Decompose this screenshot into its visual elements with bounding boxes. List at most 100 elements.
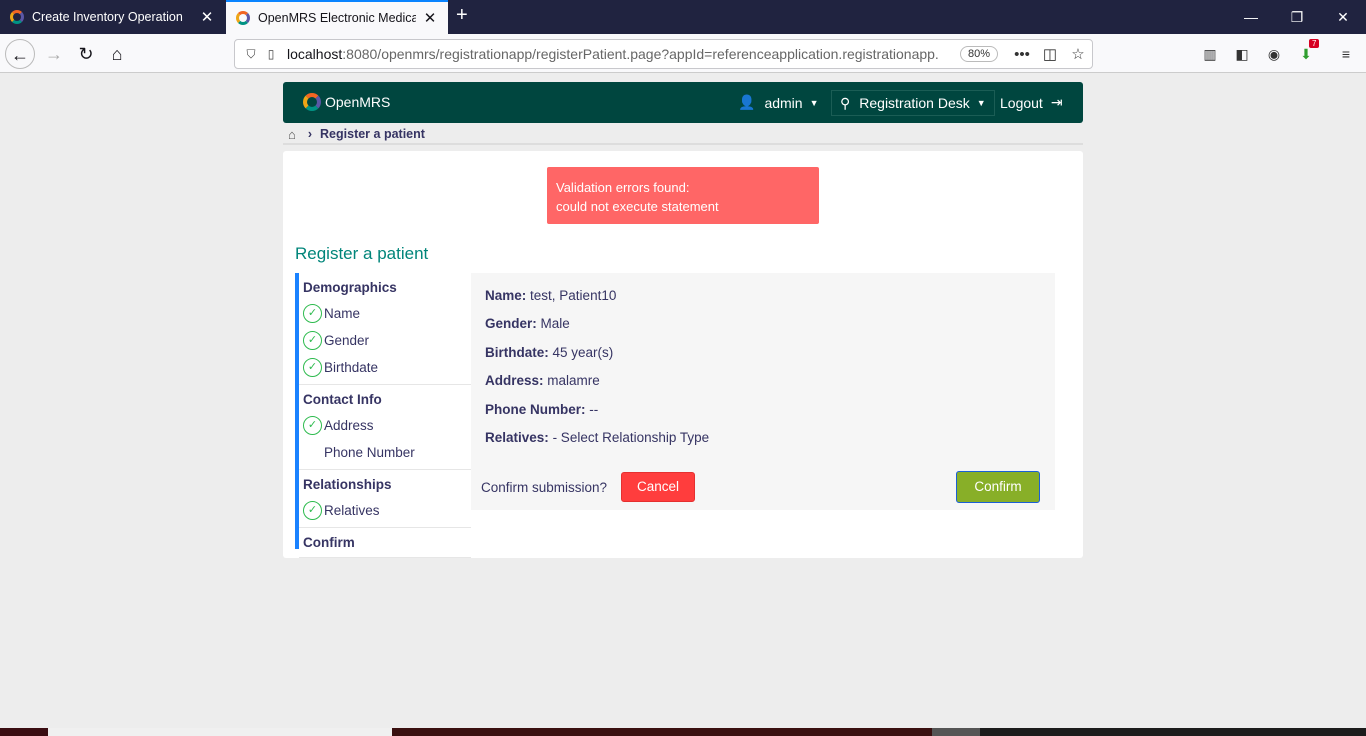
breadcrumb-current: Register a patient <box>320 127 425 141</box>
logout-link[interactable]: Logout ⇥ <box>1000 82 1063 123</box>
username: admin <box>764 94 803 111</box>
more-actions-icon[interactable]: ••• <box>1008 46 1036 63</box>
url-text[interactable]: localhost:8080/openmrs/registrationapp/r… <box>287 46 960 62</box>
map-marker-icon: ⚲ <box>840 94 851 111</box>
location-name: Registration Desk <box>859 95 970 111</box>
bookmark-star-icon[interactable]: ☆ <box>1064 45 1092 63</box>
step-birthdate[interactable]: ✓ Birthdate <box>299 354 471 381</box>
summary-relatives: Relatives: - Select Relationship Type <box>485 430 709 445</box>
step-label: Relatives <box>324 503 380 518</box>
new-tab-icon[interactable]: + <box>456 4 468 27</box>
home-icon[interactable]: ⌂ <box>288 127 296 142</box>
address-bar[interactable]: ⛉ ▯ localhost:8080/openmrs/registrationa… <box>234 39 1093 69</box>
check-circle-icon: ✓ <box>303 304 322 323</box>
taskbar-segment <box>0 728 48 736</box>
taskbar-segment <box>932 728 980 736</box>
section-relationships: Relationships ✓ Relatives <box>299 470 471 528</box>
taskbar-search-box[interactable] <box>48 728 392 736</box>
close-icon[interactable]: ✕ <box>422 9 438 27</box>
step-label: Gender <box>324 333 370 348</box>
step-label: Phone Number <box>324 445 415 460</box>
home-icon[interactable]: ⌂ <box>102 39 132 69</box>
summary-address: Address: malamre <box>485 373 600 388</box>
field-value: malamre <box>547 373 600 388</box>
minimize-icon[interactable]: — <box>1228 0 1274 34</box>
step-address[interactable]: ✓ Address <box>299 412 471 439</box>
downloads-badge: 7 <box>1309 39 1320 48</box>
browser-tab-inventory[interactable]: Create Inventory Operation ✕ <box>0 0 225 34</box>
close-window-icon[interactable]: ✕ <box>1320 0 1366 34</box>
step-name[interactable]: ✓ Name <box>299 300 471 327</box>
step-relatives[interactable]: ✓ Relatives <box>299 497 471 524</box>
zoom-badge[interactable]: 80% <box>959 46 998 62</box>
restore-icon[interactable]: ❐ <box>1274 0 1320 34</box>
location-selector[interactable]: ⚲ Registration Desk ▼ <box>831 90 995 116</box>
caret-down-icon: ▼ <box>809 97 819 108</box>
field-label: Gender: <box>485 316 537 331</box>
reload-icon[interactable]: ↻ <box>71 39 101 69</box>
step-label: Name <box>324 306 361 321</box>
summary-name: Name: test, Patient10 <box>485 288 616 303</box>
back-icon[interactable]: ← <box>5 39 35 69</box>
openmrs-logo-icon <box>303 93 321 111</box>
forward-icon[interactable]: → <box>39 39 69 69</box>
library-icon[interactable]: ▥ <box>1200 44 1220 64</box>
registration-steps-nav: Demographics ✓ Name ✓ Gender ✓ Birthdate Co… <box>295 273 471 558</box>
browser-tab-openmrs[interactable]: OpenMRS Electronic Medical Re ✕ <box>226 0 448 34</box>
summary-birthdate: Birthdate: 45 year(s) <box>485 345 613 360</box>
check-circle-icon: ✓ <box>303 358 322 377</box>
section-confirm: Confirm <box>299 528 471 558</box>
browser-nav-bar: ← → ↻ ⌂ ⛉ ▯ localhost:8080/openmrs/regis… <box>0 34 1366 73</box>
summary-phone-number: Phone Number: -- <box>485 402 598 417</box>
section-title[interactable]: Demographics <box>299 279 471 297</box>
openmrs-logo[interactable]: OpenMRS <box>303 93 390 111</box>
app-header: OpenMRS 👤 admin ▼ ⚲ Registration Desk ▼ … <box>283 82 1083 123</box>
openmrs-favicon-icon <box>236 11 250 25</box>
step-label: Birthdate <box>324 360 379 375</box>
tab-title: OpenMRS Electronic Medical Re <box>258 11 416 25</box>
section-title[interactable]: Confirm <box>299 534 471 552</box>
summary-gender: Gender: Male <box>485 316 570 331</box>
validation-error-alert: Validation errors found: could not execu… <box>547 167 819 224</box>
confirm-button[interactable]: Confirm <box>956 471 1040 503</box>
close-icon[interactable]: ✕ <box>199 8 215 26</box>
field-label: Relatives: <box>485 430 549 445</box>
field-label: Name: <box>485 288 527 303</box>
pocket-icon[interactable]: ◫ <box>1036 45 1064 63</box>
page-icon[interactable]: ▯ <box>261 47 281 61</box>
browser-tab-bar: Create Inventory Operation ✕ OpenMRS Ele… <box>0 0 1366 34</box>
section-contact-info: Contact Info ✓ Address Phone Number <box>299 385 471 470</box>
alert-line: could not execute statement <box>556 199 719 214</box>
confirm-question: Confirm submission? <box>481 479 608 495</box>
page-title: Register a patient <box>295 244 429 263</box>
field-label: Address: <box>485 373 544 388</box>
step-phone-number[interactable]: Phone Number <box>299 439 471 466</box>
step-gender[interactable]: ✓ Gender <box>299 327 471 354</box>
sidebar-icon[interactable]: ◧ <box>1232 44 1252 64</box>
user-icon: 👤 <box>738 94 756 110</box>
field-value: - Select Relationship Type <box>552 430 710 445</box>
confirmation-summary: Name: test, Patient10 Gender: Male Birth… <box>471 273 1055 510</box>
user-menu[interactable]: 👤 admin ▼ <box>738 82 819 123</box>
tab-title: Create Inventory Operation <box>32 10 183 24</box>
url-path: :8080/openmrs/registrationapp/registerPa… <box>342 46 939 62</box>
shield-icon[interactable]: ⛉ <box>241 47 261 62</box>
section-title[interactable]: Relationships <box>299 476 471 494</box>
field-label: Birthdate: <box>485 345 549 360</box>
check-circle-icon: ✓ <box>303 331 322 350</box>
field-value: 45 year(s) <box>552 345 614 360</box>
field-value: test, Patient10 <box>530 288 617 303</box>
breadcrumb: ⌂ › Register a patient <box>288 126 425 142</box>
section-title[interactable]: Contact Info <box>299 391 471 409</box>
url-host: localhost <box>287 46 343 62</box>
cancel-button[interactable]: Cancel <box>621 472 695 502</box>
openmrs-favicon-icon <box>10 10 24 24</box>
account-icon[interactable]: ◉ <box>1264 44 1284 64</box>
check-circle-icon: ✓ <box>303 501 322 520</box>
section-demographics: Demographics ✓ Name ✓ Gender ✓ Birthdate <box>299 273 471 385</box>
menu-icon[interactable]: ≡ <box>1336 44 1356 64</box>
logout-label: Logout <box>1000 94 1043 111</box>
step-label: Address <box>324 418 374 433</box>
logo-text: OpenMRS <box>325 94 391 110</box>
alert-line: Validation errors found: <box>556 180 690 195</box>
